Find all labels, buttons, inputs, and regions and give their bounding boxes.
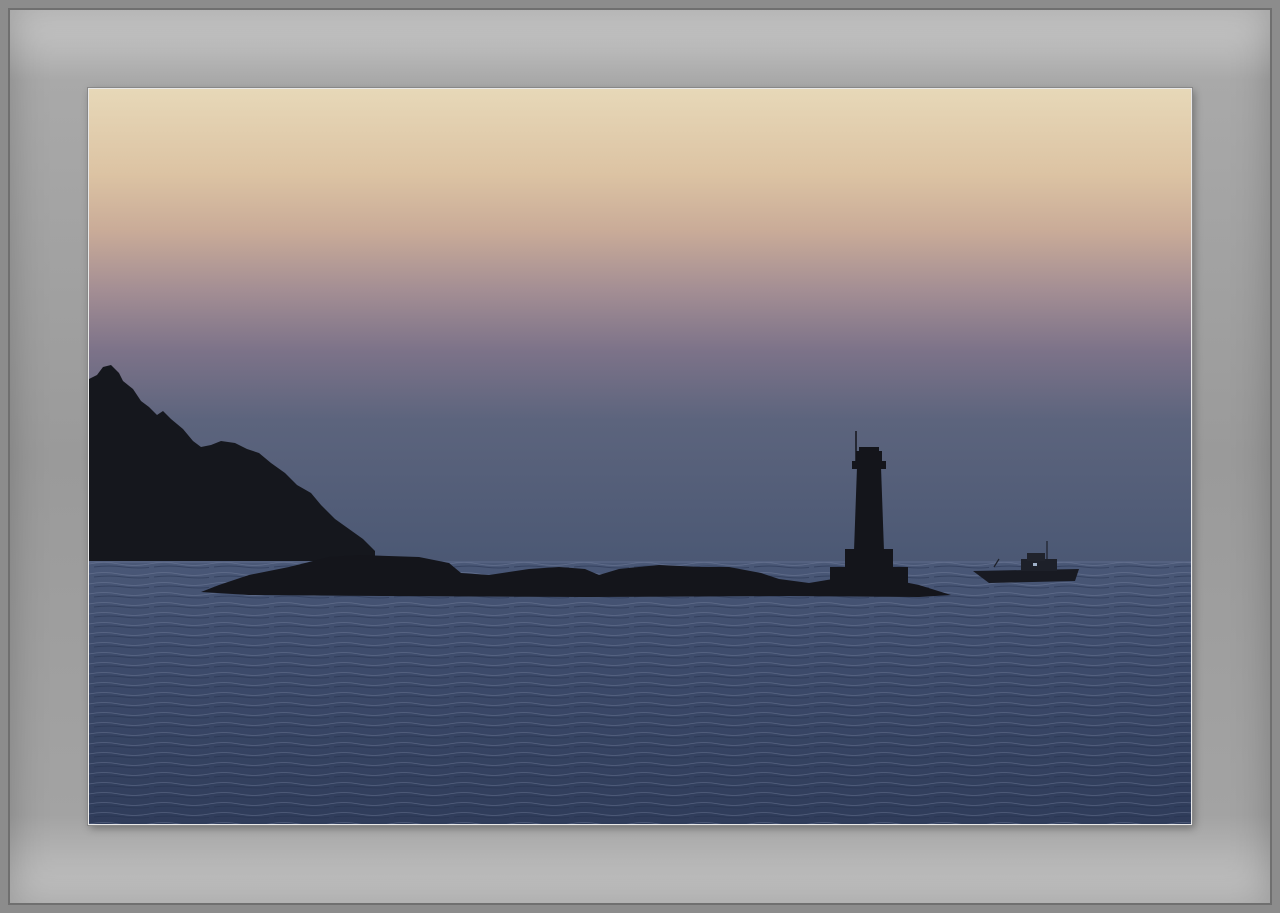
seascape-image [89, 89, 1191, 824]
photograph [88, 88, 1192, 825]
sea-ripples [89, 561, 1191, 824]
